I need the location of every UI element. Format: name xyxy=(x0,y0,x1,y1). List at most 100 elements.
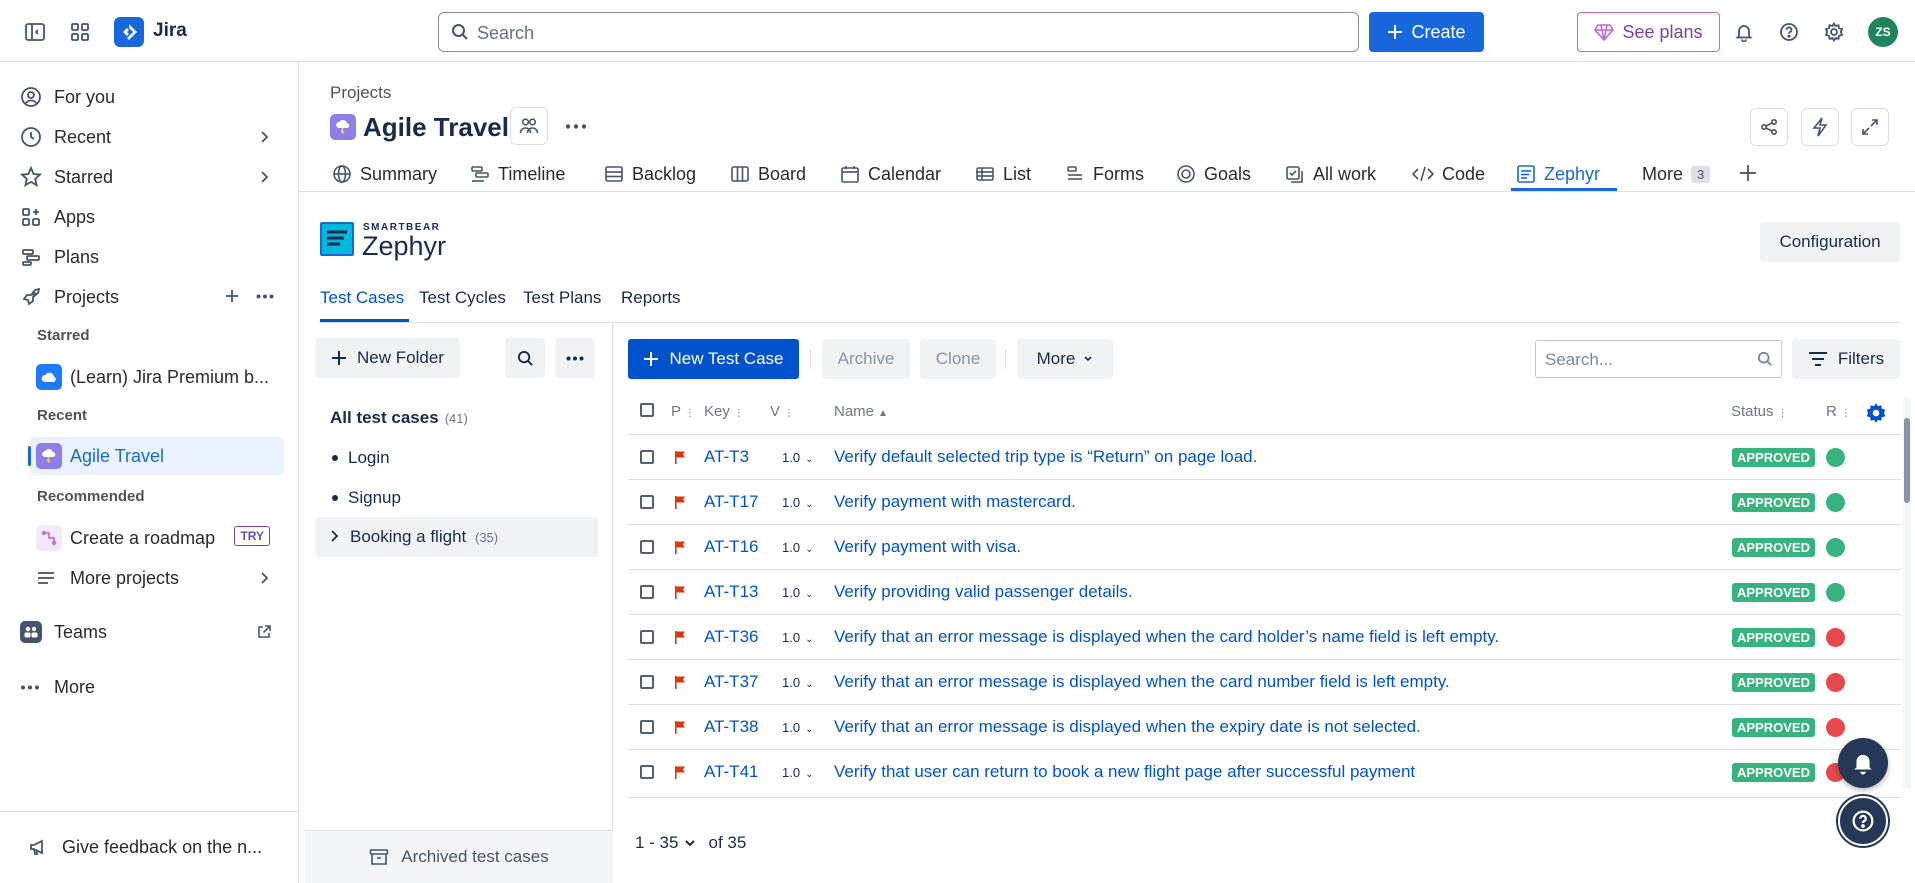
row-checkbox[interactable] xyxy=(640,450,654,464)
tab-timeline[interactable]: Timeline xyxy=(470,158,565,190)
automation-lightning-icon[interactable] xyxy=(1801,108,1839,146)
test-case-key[interactable]: AT-T37 xyxy=(704,672,758,692)
row-checkbox[interactable] xyxy=(640,675,654,689)
tab-summary[interactable]: Summary xyxy=(332,158,437,190)
table-row[interactable]: AT-T13 1.0 ⌄ Verify providing valid passeng… xyxy=(628,569,1901,614)
tab-forms[interactable]: Forms xyxy=(1065,158,1144,190)
row-checkbox[interactable] xyxy=(640,540,654,554)
column-header-name[interactable]: Name ▲ xyxy=(834,403,888,420)
fullscreen-expand-icon[interactable] xyxy=(1851,108,1889,146)
tab-reports[interactable]: Reports xyxy=(621,288,681,308)
row-checkbox[interactable] xyxy=(640,585,654,599)
test-case-name[interactable]: Verify payment with mastercard. xyxy=(834,492,1076,512)
test-case-name[interactable]: Verify default selected trip type is “Re… xyxy=(834,447,1257,467)
test-case-key[interactable]: AT-T16 xyxy=(704,537,758,557)
version-select[interactable]: 1.0 ⌄ xyxy=(782,765,813,780)
chevron-down-icon[interactable] xyxy=(684,839,696,847)
add-tab-plus-icon[interactable] xyxy=(1738,163,1758,183)
sidebar-item-starred[interactable]: Starred xyxy=(20,158,284,196)
archived-test-cases-button[interactable]: Archived test cases xyxy=(305,830,613,883)
tab-test-plans[interactable]: Test Plans xyxy=(523,288,601,308)
share-icon[interactable] xyxy=(1750,108,1788,146)
test-case-key[interactable]: AT-T17 xyxy=(704,492,758,512)
folder-login[interactable]: Login xyxy=(332,448,390,468)
team-people-icon[interactable] xyxy=(510,107,548,145)
create-button[interactable]: Create xyxy=(1369,12,1484,52)
version-select[interactable]: 1.0 ⌄ xyxy=(782,675,813,690)
test-case-name[interactable]: Verify providing valid passenger details… xyxy=(834,582,1133,602)
tab-code[interactable]: Code xyxy=(1412,158,1485,190)
give-feedback-link[interactable]: Give feedback on the n... xyxy=(28,828,288,866)
sidebar-item-agile-travel[interactable]: Agile Travel xyxy=(28,437,284,475)
notification-bell-floating-icon[interactable] xyxy=(1838,738,1888,788)
page-range-select[interactable]: 1 - 35 xyxy=(635,833,678,853)
archive-button[interactable]: Archive xyxy=(822,339,910,379)
test-case-key[interactable]: AT-T13 xyxy=(704,582,758,602)
configuration-button[interactable]: Configuration xyxy=(1760,222,1900,262)
tab-test-cycles[interactable]: Test Cycles xyxy=(419,288,506,308)
test-case-key[interactable]: AT-T41 xyxy=(704,762,758,782)
chevron-right-icon[interactable] xyxy=(327,529,341,543)
column-header-priority[interactable]: P ⋮ xyxy=(671,403,695,420)
clone-button[interactable]: Clone xyxy=(920,339,996,379)
table-row[interactable]: AT-T17 1.0 ⌄ Verify payment with mastercard… xyxy=(628,479,1901,524)
new-folder-button[interactable]: New Folder xyxy=(315,338,460,378)
test-case-key[interactable]: AT-T3 xyxy=(704,447,749,467)
sidebar-item-apps[interactable]: Apps xyxy=(20,198,284,236)
new-test-case-button[interactable]: New Test Case xyxy=(628,339,799,379)
column-header-result[interactable]: R ⋮ xyxy=(1826,403,1851,420)
table-row[interactable]: AT-T38 1.0 ⌄ Verify that an error message i… xyxy=(628,704,1901,749)
folder-all-test-cases[interactable]: All test cases (41) xyxy=(330,408,468,428)
sidebar-item-recent[interactable]: Recent xyxy=(20,118,284,156)
test-case-key[interactable]: AT-T38 xyxy=(704,717,758,737)
column-header-version[interactable]: V ⋮ xyxy=(770,403,794,420)
notifications-bell-icon[interactable] xyxy=(1727,15,1761,49)
version-select[interactable]: 1.0 ⌄ xyxy=(782,450,813,465)
test-case-name[interactable]: Verify that an error message is displaye… xyxy=(834,672,1450,692)
test-case-name[interactable]: Verify payment with visa. xyxy=(834,537,1021,557)
filters-button[interactable]: Filters xyxy=(1792,339,1900,379)
tab-calendar[interactable]: Calendar xyxy=(840,158,941,190)
table-row[interactable]: AT-T36 1.0 ⌄ Verify that an error message i… xyxy=(628,614,1901,659)
test-case-key[interactable]: AT-T36 xyxy=(704,627,758,647)
sidebar-item-more-projects[interactable]: More projects xyxy=(36,559,284,597)
sidebar-item-create-roadmap[interactable]: Create a roadmap TRY xyxy=(36,519,284,557)
folder-search-icon[interactable] xyxy=(505,338,545,378)
help-icon[interactable] xyxy=(1772,15,1806,49)
row-checkbox[interactable] xyxy=(640,765,654,779)
help-question-floating-icon[interactable] xyxy=(1838,796,1888,846)
sidebar-toggle-icon[interactable] xyxy=(18,15,52,49)
sidebar-item-plans[interactable]: Plans xyxy=(20,238,284,276)
sidebar-item-starred-project[interactable]: (Learn) Jira Premium b... xyxy=(36,358,284,396)
table-row[interactable]: AT-T3 1.0 ⌄ Verify default selected trip ty… xyxy=(628,434,1901,479)
tab-more[interactable]: More 3 xyxy=(1642,158,1711,190)
test-case-name[interactable]: Verify that an error message is displaye… xyxy=(834,627,1499,647)
scrollbar-thumb[interactable] xyxy=(1904,418,1910,503)
table-row[interactable]: AT-T41 1.0 ⌄ Verify that user can return to… xyxy=(628,749,1901,794)
add-project-plus-icon[interactable] xyxy=(224,288,240,304)
folder-signup[interactable]: Signup xyxy=(332,488,401,508)
table-row[interactable]: AT-T37 1.0 ⌄ Verify that an error message i… xyxy=(628,659,1901,704)
version-select[interactable]: 1.0 ⌄ xyxy=(782,585,813,600)
version-select[interactable]: 1.0 ⌄ xyxy=(782,540,813,555)
column-header-status[interactable]: Status ⋮ xyxy=(1731,403,1788,420)
tab-board[interactable]: Board xyxy=(730,158,806,190)
version-select[interactable]: 1.0 ⌄ xyxy=(782,720,813,735)
app-name[interactable]: Jira xyxy=(153,20,187,42)
settings-gear-icon[interactable] xyxy=(1817,15,1851,49)
global-search-input[interactable]: Search xyxy=(438,12,1359,52)
sidebar-item-projects[interactable]: Projects xyxy=(20,278,284,316)
sidebar-item-teams[interactable]: Teams xyxy=(20,613,284,651)
breadcrumb-projects[interactable]: Projects xyxy=(330,83,391,103)
see-plans-button[interactable]: See plans xyxy=(1577,12,1720,52)
test-case-name[interactable]: Verify that an error message is displaye… xyxy=(834,717,1421,737)
test-case-search-input[interactable]: Search... xyxy=(1535,340,1782,378)
folder-more-icon[interactable] xyxy=(555,338,595,378)
row-checkbox[interactable] xyxy=(640,495,654,509)
jira-logo-icon[interactable] xyxy=(114,17,144,47)
column-settings-gear-icon[interactable] xyxy=(1865,402,1887,424)
folder-booking-a-flight[interactable]: Booking a flight (35) xyxy=(315,517,598,557)
more-actions-dropdown[interactable]: More xyxy=(1017,339,1113,379)
tab-test-cases[interactable]: Test Cases xyxy=(320,288,404,308)
user-avatar[interactable]: ZS xyxy=(1868,17,1898,47)
